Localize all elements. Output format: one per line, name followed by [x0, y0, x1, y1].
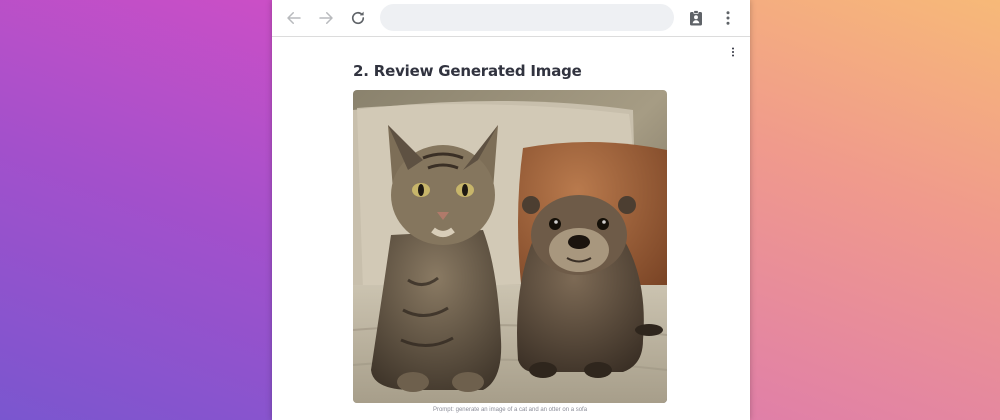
- reload-icon: [351, 11, 365, 25]
- back-button[interactable]: [282, 6, 306, 30]
- forward-button[interactable]: [314, 6, 338, 30]
- arrow-right-icon: [319, 12, 333, 24]
- clipboard-user-icon: [690, 10, 702, 26]
- browser-toolbar: [272, 0, 750, 37]
- generated-image: [353, 90, 667, 403]
- address-bar[interactable]: [380, 4, 674, 31]
- browser-window: 2. Review Generated Image Prompt: genera…: [272, 0, 750, 420]
- page-menu-button[interactable]: [727, 45, 739, 59]
- kebab-menu-icon: [732, 47, 734, 57]
- background-right: [750, 0, 1000, 420]
- arrow-left-icon: [287, 12, 301, 24]
- image-caption: Prompt: generate an image of a cat and a…: [432, 407, 588, 413]
- page-title: 2. Review Generated Image: [353, 62, 582, 80]
- background-left: [0, 0, 272, 420]
- kebab-menu-icon: [726, 11, 730, 25]
- browser-menu-button[interactable]: [716, 6, 740, 30]
- extension-button[interactable]: [684, 6, 708, 30]
- cat-and-otter-illustration: [353, 90, 667, 403]
- reload-button[interactable]: [346, 6, 370, 30]
